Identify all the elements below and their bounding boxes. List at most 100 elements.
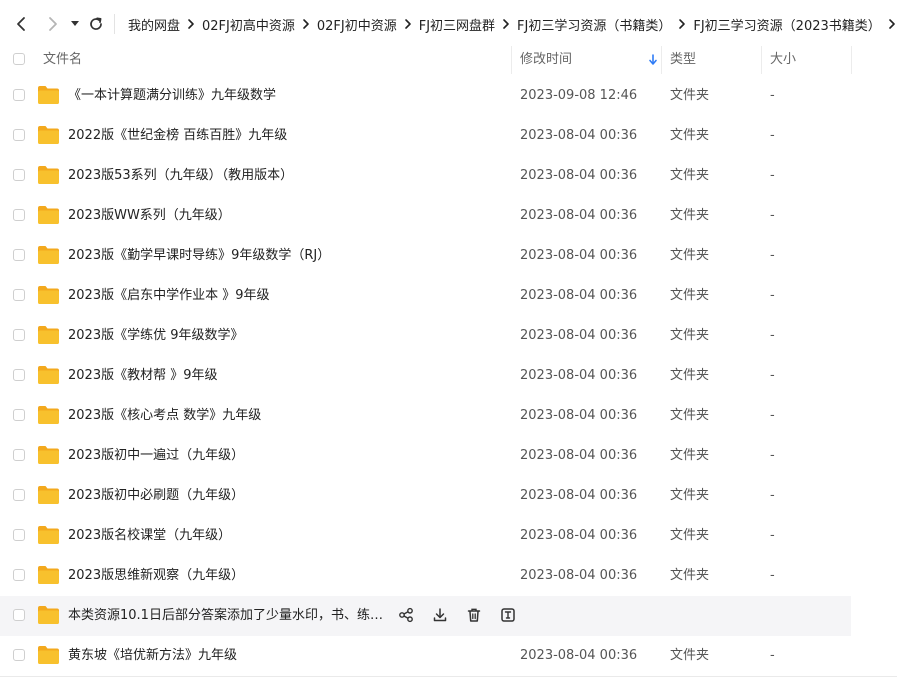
column-divider[interactable] [511, 46, 512, 74]
file-row[interactable]: 2023版《核心考点 数学》九年级 2023-08-04 00:36 文件夹 - [0, 396, 897, 436]
nav-divider [114, 14, 115, 34]
row-checkbox[interactable] [13, 169, 25, 181]
row-checkbox[interactable] [13, 609, 25, 621]
file-name[interactable]: 2023版《核心考点 数学》九年级 [68, 396, 261, 436]
breadcrumb-item[interactable]: 02FJ初中资源 [317, 15, 397, 34]
file-name[interactable]: 《一本计算题满分训练》九年级数学 [68, 76, 276, 116]
row-checkbox[interactable] [13, 289, 25, 301]
breadcrumb-item[interactable]: FJ初三网盘群 [419, 15, 495, 34]
row-checkbox[interactable] [13, 449, 25, 461]
column-divider[interactable] [761, 46, 762, 74]
file-row[interactable]: 2022版《世纪金榜 百练百胜》九年级 2023-08-04 00:36 文件夹… [0, 116, 897, 156]
file-row[interactable]: 2023版《教材帮 》9年级 2023-08-04 00:36 文件夹 - [0, 356, 897, 396]
file-row[interactable]: 2023版《勤学早课时导练》9年级数学（RJ） 2023-08-04 00:36… [0, 236, 897, 276]
file-name[interactable]: 2023版53系列（九年级）（教用版本） [68, 156, 293, 196]
file-row-hovered[interactable]: 本类资源10.1日后部分答案添加了少量水印，书、练习正... [0, 596, 897, 636]
column-divider[interactable] [661, 46, 662, 74]
file-row[interactable]: 2023版WW系列（九年级） 2023-08-04 00:36 文件夹 - [0, 196, 897, 236]
file-name[interactable]: 2023版初中一遍过（九年级） [68, 436, 244, 476]
download-button[interactable] [431, 606, 449, 624]
chevron-left-icon [17, 17, 25, 31]
row-checkbox[interactable] [13, 329, 25, 341]
folder-icon [38, 646, 59, 664]
folder-icon [38, 566, 59, 584]
share-button[interactable] [397, 606, 415, 624]
history-dropdown-button[interactable] [64, 12, 86, 36]
file-modified: 2023-08-04 00:36 [520, 568, 638, 583]
column-name-header[interactable]: 文件名 [43, 46, 82, 74]
column-type-header[interactable]: 类型 [670, 46, 696, 74]
file-modified: 2023-08-04 00:36 [520, 248, 638, 263]
file-name[interactable]: 2023版WW系列（九年级） [68, 196, 231, 236]
file-name[interactable]: 2023版名校课堂（九年级） [68, 516, 231, 556]
row-actions [397, 606, 517, 626]
row-checkbox[interactable] [13, 209, 25, 221]
folder-icon [38, 126, 59, 144]
row-checkbox[interactable] [13, 649, 25, 661]
breadcrumb-item-current[interactable]: FJ初三学习资源（2023书籍类） [693, 15, 880, 34]
rename-button[interactable] [499, 606, 517, 624]
file-name[interactable]: 2022版《世纪金榜 百练百胜》九年级 [68, 116, 287, 156]
folder-icon [38, 206, 59, 224]
file-name[interactable]: 2023版《启东中学作业本 》9年级 [68, 276, 270, 316]
breadcrumb: 我的网盘 02FJ初高中资源 02FJ初中资源 FJ初三网盘群 FJ初三学习资源… [128, 0, 897, 48]
folder-icon [38, 406, 59, 424]
breadcrumb-item[interactable]: 我的网盘 [128, 15, 180, 34]
file-name[interactable]: 2023版初中必刷题（九年级） [68, 476, 244, 516]
file-name[interactable]: 黄东坡《培优新方法》九年级 [68, 636, 237, 676]
file-type: 文件夹 [670, 208, 710, 223]
row-checkbox[interactable] [13, 529, 25, 541]
file-list: 《一本计算题满分训练》九年级数学 2023-09-08 12:46 文件夹 - … [0, 76, 897, 676]
delete-button[interactable] [465, 606, 483, 624]
download-icon [433, 608, 447, 622]
file-row[interactable]: 2023版名校课堂（九年级） 2023-08-04 00:36 文件夹 - [0, 516, 897, 556]
file-name[interactable]: 2023版《勤学早课时导练》9年级数学（RJ） [68, 236, 330, 276]
column-size-header[interactable]: 大小 [770, 46, 796, 74]
file-size: - [770, 568, 775, 583]
file-row[interactable]: 黄东坡《培优新方法》九年级 2023-08-04 00:36 文件夹 - [0, 636, 897, 676]
file-type: 文件夹 [670, 568, 710, 583]
file-name[interactable]: 2023版《学练优 9年级数学》 [68, 316, 244, 356]
file-size: - [770, 368, 775, 383]
column-modified-header[interactable]: 修改时间 [520, 46, 572, 74]
file-modified: 2023-08-04 00:36 [520, 528, 638, 543]
file-row[interactable]: 2023版《学练优 9年级数学》 2023-08-04 00:36 文件夹 - [0, 316, 897, 356]
file-row[interactable]: 2023版初中必刷题（九年级） 2023-08-04 00:36 文件夹 - [0, 476, 897, 516]
file-name[interactable]: 本类资源10.1日后部分答案添加了少量水印，书、练习正... [68, 596, 383, 636]
file-row[interactable]: 2023版初中一遍过（九年级） 2023-08-04 00:36 文件夹 - [0, 436, 897, 476]
file-modified: 2023-08-04 00:36 [520, 168, 638, 183]
row-checkbox[interactable] [13, 369, 25, 381]
rename-icon [501, 608, 515, 622]
row-checkbox[interactable] [13, 409, 25, 421]
breadcrumb-item[interactable]: FJ初三学习资源（书籍类） [517, 15, 671, 34]
file-row[interactable]: 2023版《启东中学作业本 》9年级 2023-08-04 00:36 文件夹 … [0, 276, 897, 316]
forward-button[interactable] [41, 12, 65, 36]
breadcrumb-item[interactable]: 02FJ初高中资源 [202, 15, 295, 34]
refresh-button[interactable] [84, 12, 108, 36]
row-checkbox[interactable] [13, 489, 25, 501]
row-checkbox[interactable] [13, 89, 25, 101]
file-size: - [770, 168, 775, 183]
file-name[interactable]: 2023版思维新观察（九年级） [68, 556, 244, 596]
file-size: - [770, 488, 775, 503]
file-manager-window: 我的网盘 02FJ初高中资源 02FJ初中资源 FJ初三网盘群 FJ初三学习资源… [0, 0, 897, 679]
arrow-down-icon[interactable] [647, 54, 659, 66]
file-row[interactable]: 2023版53系列（九年级）（教用版本） 2023-08-04 00:36 文件… [0, 156, 897, 196]
file-row[interactable]: 2023版思维新观察（九年级） 2023-08-04 00:36 文件夹 - [0, 556, 897, 596]
file-row[interactable]: 《一本计算题满分训练》九年级数学 2023-09-08 12:46 文件夹 - [0, 76, 897, 116]
row-checkbox[interactable] [13, 569, 25, 581]
column-divider[interactable] [851, 46, 852, 74]
back-button[interactable] [9, 12, 33, 36]
file-modified: 2023-08-04 00:36 [520, 328, 638, 343]
chevron-right-icon [397, 18, 419, 30]
file-name[interactable]: 2023版《教材帮 》9年级 [68, 356, 218, 396]
select-all-checkbox[interactable] [13, 53, 25, 65]
file-modified: 2023-08-04 00:36 [520, 288, 638, 303]
file-modified: 2023-09-08 12:46 [520, 88, 638, 103]
file-modified: 2023-08-04 00:36 [520, 368, 638, 383]
file-size: - [770, 248, 775, 263]
row-checkbox[interactable] [13, 249, 25, 261]
file-type: 文件夹 [670, 448, 710, 463]
row-checkbox[interactable] [13, 129, 25, 141]
folder-icon [38, 326, 59, 344]
